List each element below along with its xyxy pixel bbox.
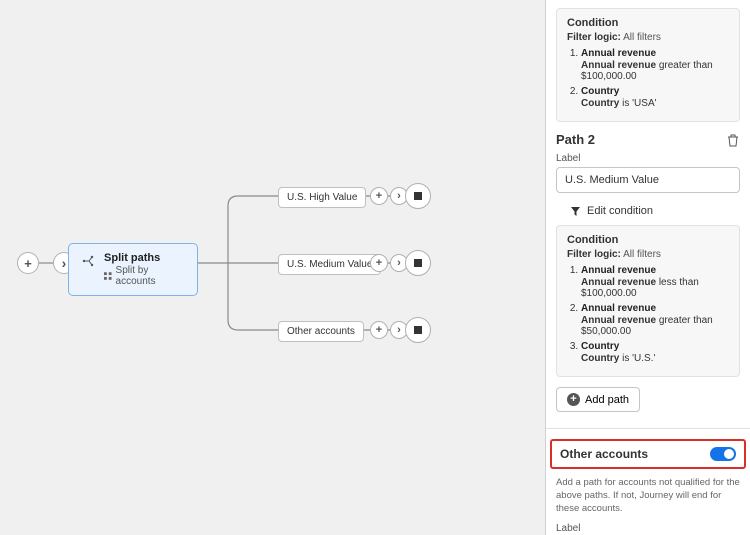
path2-header: Path 2 — [556, 132, 740, 147]
trash-icon[interactable] — [726, 133, 740, 147]
label-label: Label — [556, 153, 740, 164]
condition-item: Annual revenue Annual revenue greater th… — [581, 303, 729, 337]
condition-title: Condition — [567, 17, 729, 29]
other-accounts-section: Other accounts — [550, 439, 746, 469]
other-accounts-header: Other accounts — [560, 447, 648, 461]
other-accounts-desc: Add a path for accounts not qualified fo… — [556, 477, 740, 515]
filter-icon — [570, 206, 581, 217]
condition-item: Country Country is 'USA' — [581, 86, 729, 109]
add-path-button[interactable]: + Add path — [556, 387, 640, 412]
path2-title: Path 2 — [556, 132, 595, 147]
label-label: Label — [556, 523, 740, 534]
path-label-3[interactable]: Other accounts — [278, 321, 364, 342]
path-label-2[interactable]: U.S. Medium Value — [278, 254, 381, 275]
condition-title: Condition — [567, 234, 729, 246]
properties-sidebar: Condition Filter logic: All filters Annu… — [545, 0, 750, 535]
split-icon — [79, 252, 96, 270]
condition-item: Annual revenue Annual revenue greater th… — [581, 48, 729, 82]
split-title: Split paths — [104, 252, 187, 264]
path2-plus-button[interactable] — [370, 254, 388, 272]
path3-plus-button[interactable] — [370, 321, 388, 339]
path3-stop — [405, 317, 431, 343]
filter-logic: Filter logic: All filters — [567, 32, 729, 43]
path2-condition-box: Condition Filter logic: All filters Annu… — [556, 225, 740, 377]
split-subtitle: Split by accounts — [104, 265, 187, 287]
path2-stop — [405, 250, 431, 276]
divider — [546, 428, 750, 429]
accounts-icon — [104, 272, 113, 281]
condition-item: Country Country is 'U.S.' — [581, 341, 729, 364]
condition-item: Annual revenue Annual revenue less than … — [581, 265, 729, 299]
filter-logic: Filter logic: All filters — [567, 249, 729, 260]
flow-canvas[interactable]: Split paths Split by accounts U.S. High … — [0, 0, 545, 535]
path1-stop — [405, 183, 431, 209]
path1-plus-button[interactable] — [370, 187, 388, 205]
other-accounts-toggle[interactable] — [710, 447, 736, 461]
path2-label-input[interactable] — [556, 167, 740, 193]
split-paths-node[interactable]: Split paths Split by accounts — [68, 243, 198, 296]
path-label-1[interactable]: U.S. High Value — [278, 187, 366, 208]
plus-icon: + — [567, 393, 580, 406]
edit-condition-button[interactable]: Edit condition — [556, 201, 740, 225]
pre-plus-button[interactable] — [17, 252, 39, 274]
path1-condition-box: Condition Filter logic: All filters Annu… — [556, 8, 740, 122]
